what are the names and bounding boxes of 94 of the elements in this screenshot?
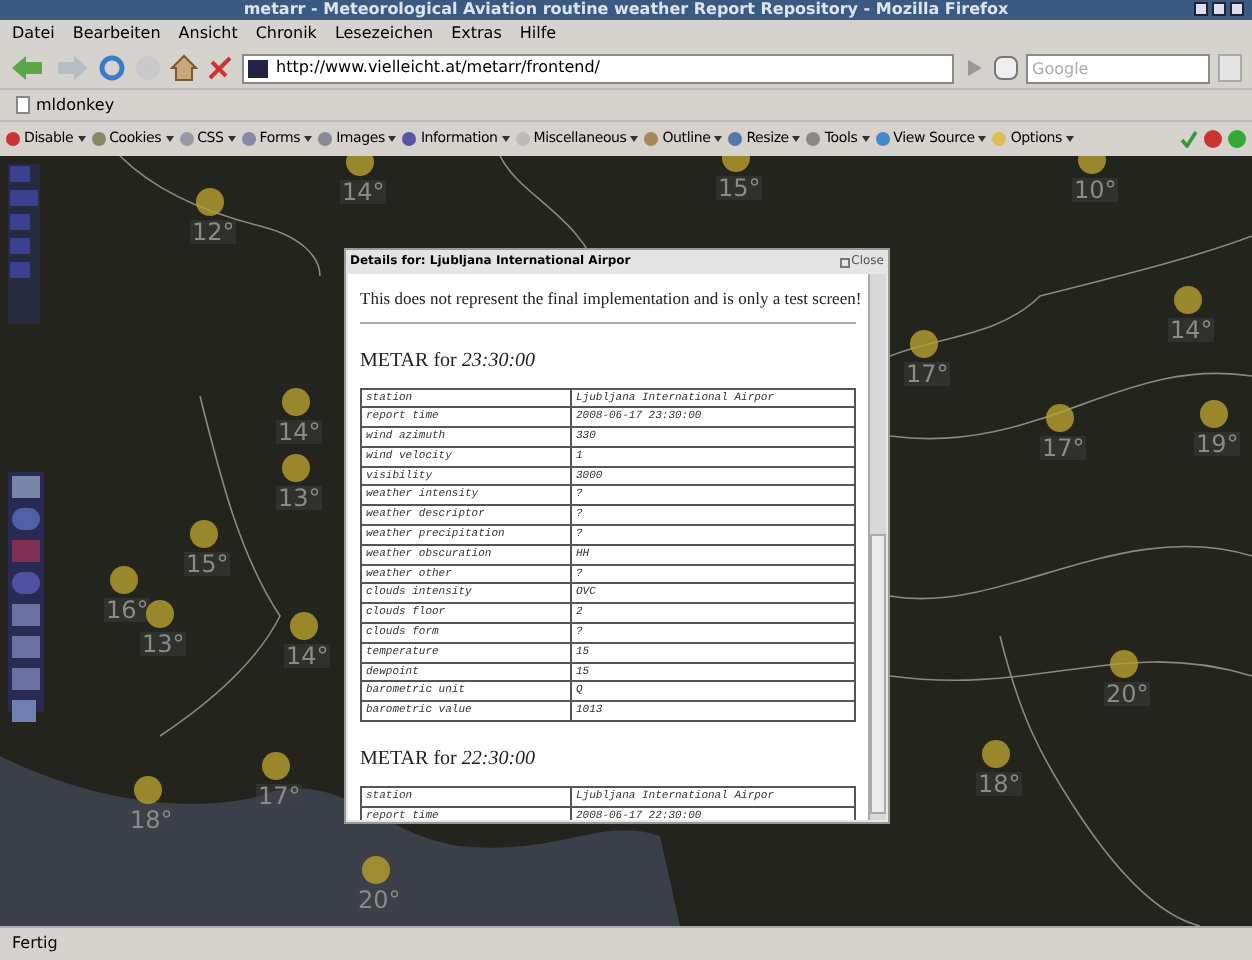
toolbar-icon (644, 132, 659, 146)
sun-icon (1110, 650, 1138, 678)
forward-arrow-icon[interactable] (54, 54, 90, 82)
temperature-label: 17° (1040, 436, 1087, 460)
temperature-label: 15° (184, 552, 231, 576)
toolbar-icon (6, 132, 20, 146)
sun-icon (346, 156, 374, 176)
caret-icon (227, 136, 236, 142)
menu-item[interactable]: Datei (12, 26, 55, 42)
menu-item[interactable]: Bearbeiten (72, 26, 161, 42)
caret-icon (630, 136, 639, 142)
temperature-label: 10° (1072, 178, 1119, 202)
toolbar-icon (515, 132, 530, 146)
close-icon[interactable] (1230, 2, 1244, 16)
go-arrow-icon[interactable] (962, 54, 986, 82)
back-arrow-icon[interactable] (10, 54, 46, 82)
temperature-label: 12° (190, 220, 237, 244)
temperature-label: 19° (1194, 432, 1241, 456)
maximize-icon[interactable] (1212, 2, 1226, 16)
minimize-icon[interactable] (1194, 2, 1208, 16)
temperature-label: 13° (140, 632, 187, 656)
toolbar-icon (91, 132, 106, 146)
caret-icon (714, 136, 723, 142)
url-text: http://www.vielleicht.at/metarr/frontend/ (276, 60, 600, 76)
toolbar-icon (728, 132, 743, 146)
temperature-label: 20° (1104, 682, 1151, 706)
error-icon[interactable] (1204, 130, 1222, 148)
address-bar[interactable]: http://www.vielleicht.at/metarr/frontend/ (242, 53, 954, 83)
temperature-label: 15° (716, 176, 763, 200)
caret-icon (165, 136, 174, 142)
window-title: metarr - Meteorological Aviation routine weather Report Repository - Mozilla Firefox (243, 2, 1009, 18)
temperature-label: 16° (104, 598, 151, 622)
sun-icon (134, 776, 162, 804)
menu-item[interactable]: Extras (451, 26, 502, 42)
status-ok-icon[interactable] (1228, 130, 1246, 148)
sun-icon (282, 454, 310, 482)
toolbar-icon (241, 132, 256, 146)
caret-icon (501, 136, 510, 142)
sun-icon (982, 740, 1010, 768)
sun-icon (910, 330, 938, 358)
sun-icon (196, 188, 224, 216)
sun-icon (1174, 286, 1202, 314)
temperature-label: 13° (276, 486, 323, 510)
report-heading: METAR for 23:30:00 (360, 351, 538, 371)
sun-icon (262, 752, 290, 780)
sun-icon (146, 600, 174, 628)
search-engine-icon[interactable] (994, 56, 1018, 80)
site-icon (248, 59, 268, 77)
caret-icon (304, 136, 313, 142)
search-field[interactable]: Google (1026, 53, 1210, 83)
home-icon[interactable] (170, 54, 198, 82)
check-icon[interactable] (1180, 130, 1198, 148)
temperature-label: 14° (284, 644, 331, 668)
close-icon (839, 257, 850, 267)
bookmark-item[interactable]: mldonkey (16, 96, 115, 114)
toolbar-icon (402, 132, 417, 146)
scroll-thumb[interactable] (870, 534, 886, 814)
toolbar-icon (992, 132, 1007, 146)
reload-icon[interactable] (98, 54, 126, 82)
scrollbar[interactable] (868, 274, 886, 820)
caret-icon (77, 136, 86, 142)
sun-icon (1046, 404, 1074, 432)
temperature-label: 18° (128, 808, 175, 832)
status-text: Fertig (12, 936, 58, 952)
temperature-label: 17° (256, 784, 303, 808)
search-icon[interactable] (1218, 54, 1242, 82)
sun-icon (190, 520, 218, 548)
caret-icon (792, 136, 801, 142)
toolbar-icon (318, 132, 333, 146)
menu-item[interactable]: Lesezeichen (334, 26, 434, 42)
caret-icon (388, 136, 397, 142)
sun-icon (290, 612, 318, 640)
toolbar-icon (875, 132, 890, 146)
temperature-label: 17° (904, 362, 951, 386)
menu-item[interactable]: Hilfe (519, 26, 557, 42)
menu-item[interactable]: Chronik (255, 26, 317, 42)
toolbar-icon (806, 132, 821, 146)
menu-item[interactable]: Ansicht (178, 26, 238, 42)
temperature-label: 20° (356, 888, 403, 912)
sun-icon (282, 388, 310, 416)
page-icon (16, 96, 30, 114)
sun-icon (1200, 400, 1228, 428)
report-heading: METAR for 22:30:00 (360, 750, 538, 771)
map[interactable] (0, 156, 1252, 926)
temperature-label: 14° (1168, 318, 1215, 342)
temperature-label: 14° (340, 180, 387, 204)
notice-text: This does not represent the final implementation and is only a test screen! (360, 290, 856, 323)
temperature-label: 14° (276, 420, 323, 444)
toolbar-icon (179, 132, 194, 146)
caret-icon (1065, 136, 1074, 142)
caret-icon (861, 136, 870, 142)
caret-icon (978, 136, 987, 142)
temperature-label: 18° (976, 772, 1023, 796)
sun-icon (110, 566, 138, 594)
